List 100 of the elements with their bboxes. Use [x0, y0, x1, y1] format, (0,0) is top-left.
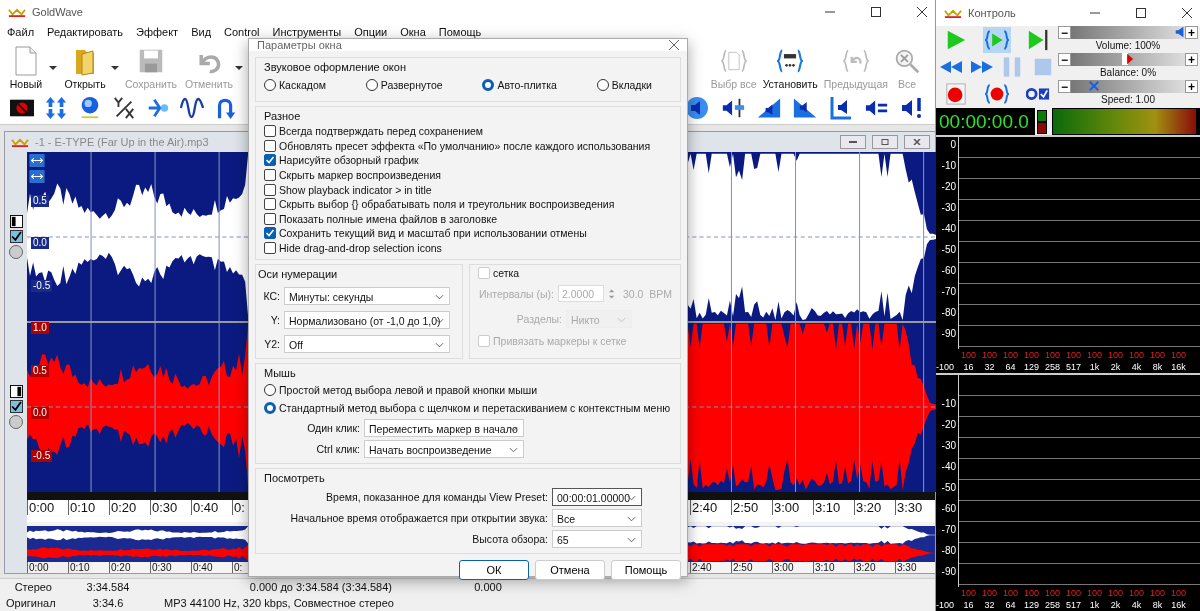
frequency-label: 129: [1023, 362, 1040, 372]
up-down-arrows-icon[interactable]: [44, 95, 68, 120]
checkbox[interactable]: [264, 183, 276, 196]
checkbox-label[interactable]: сетка: [493, 267, 520, 280]
speaker-bracket-icon[interactable]: [829, 95, 853, 120]
maximize-icon[interactable]: [871, 7, 881, 18]
chevron-icon: [509, 425, 518, 432]
slider-label: Speed: 1.00: [1101, 93, 1155, 106]
menu-item[interactable]: Эффект: [136, 26, 179, 39]
expand-icon[interactable]: [29, 154, 45, 167]
checkbox-label[interactable]: Нарисуйте обзорный график: [279, 154, 419, 167]
checkbox[interactable]: [264, 227, 276, 240]
increase-button[interactable]: +: [1185, 53, 1198, 66]
field-label: Ctrl клик:: [315, 442, 360, 455]
dropdown[interactable]: Начать воспроизведение: [364, 439, 524, 458]
chevron-icon: [435, 341, 444, 348]
radio-button[interactable]: [482, 79, 495, 91]
radio-label[interactable]: Развернутое: [380, 79, 443, 91]
radio-label[interactable]: Вкладки: [611, 79, 652, 91]
checkbox[interactable]: [264, 212, 276, 225]
minimize-button[interactable]: [840, 135, 866, 149]
dropdown[interactable]: 65: [552, 529, 642, 548]
time-tick-label: 0:10: [68, 500, 109, 515]
increase-button[interactable]: +: [1185, 26, 1198, 39]
channel-checkbox[interactable]: [9, 230, 23, 243]
toolbar-button[interactable]: Установить: [761, 45, 819, 90]
checkbox[interactable]: [264, 198, 276, 211]
yx-cross-icon[interactable]: [112, 95, 136, 120]
close-icon[interactable]: [917, 7, 927, 18]
dialog-button[interactable]: ОК: [459, 560, 529, 581]
maximize-icon[interactable]: [1136, 8, 1146, 18]
channel-checkbox[interactable]: [9, 400, 23, 413]
radio-label[interactable]: Простой метод выбора левой и правой кнопки мыши: [279, 384, 538, 397]
radio-label[interactable]: Авто-плитка: [497, 79, 557, 91]
toolbar-button[interactable]: Новый: [4, 45, 48, 90]
expand-icon[interactable]: [29, 170, 45, 183]
close-icon[interactable]: [669, 40, 679, 50]
checkbox-label[interactable]: Всегда подтверждать перед сохранением: [279, 125, 484, 138]
slider-label: Balance: 0%: [1099, 66, 1157, 79]
checkbox-label[interactable]: Скрыть маркер воспроизведения: [279, 169, 441, 182]
field-label: Y2:: [263, 337, 280, 350]
menu-item[interactable]: Файл: [7, 26, 35, 39]
menu-item[interactable]: Опции: [354, 26, 388, 39]
radio-button[interactable]: [365, 79, 378, 91]
dropdown[interactable]: Off: [284, 334, 450, 353]
db-label: -30: [940, 440, 957, 453]
sine-wave-icon[interactable]: [180, 95, 204, 120]
radio-button[interactable]: [264, 79, 276, 91]
checkbox-label[interactable]: Сохранить текущий вид и масштаб при использовании отмены: [279, 227, 587, 240]
channel-toggle-icon[interactable]: [9, 215, 23, 228]
channel-circle-icon[interactable]: [9, 245, 23, 259]
caret-icon[interactable]: [49, 65, 57, 70]
radio-label[interactable]: Стандартный метод выбора с щелчком и перетаскиванием с контекстным меню: [279, 402, 671, 415]
checkbox-label[interactable]: Hide drag-and-drop selection icons: [279, 242, 442, 255]
checkbox[interactable]: [264, 242, 276, 255]
decrease-button[interactable]: −: [1058, 26, 1071, 39]
dropdown[interactable]: Все: [552, 508, 642, 527]
radio-button[interactable]: [264, 402, 276, 415]
db-label: -80: [940, 307, 957, 320]
dropdown[interactable]: Переместить маркер в начало: [364, 418, 524, 437]
radio-button[interactable]: [264, 384, 276, 397]
menu-item[interactable]: Вид: [191, 26, 212, 39]
checkbox-label[interactable]: Скрыть выбор {} обрабатывать поля и треугольник воспроизведения: [279, 198, 615, 211]
toolbar-button[interactable]: Открыть: [60, 45, 110, 90]
frequency-label: 517: [1065, 600, 1082, 610]
dialog-button[interactable]: Помощь: [611, 560, 681, 581]
menu-item[interactable]: Помощь: [438, 26, 482, 39]
radio-button[interactable]: [596, 79, 609, 91]
decrease-button[interactable]: −: [1058, 53, 1071, 66]
channel-toggle-icon[interactable]: [9, 385, 23, 398]
dropdown[interactable]: Нормализовано (от -1,0 до 1,0): [284, 310, 450, 329]
checkbox-label[interactable]: Обновлять пресет эффекта «По умолчанию» после каждого использования: [279, 139, 651, 152]
menu-item[interactable]: Редактировать: [47, 26, 124, 39]
status-field: 0.000 до 3:34.584 (3:34.584): [158, 581, 398, 593]
increase-button[interactable]: +: [1185, 80, 1198, 93]
channel-circle-icon[interactable]: [9, 415, 23, 429]
checkbox[interactable]: [264, 154, 276, 167]
dialog-button[interactable]: Отмена: [535, 560, 605, 581]
menu-item[interactable]: Инструменты: [272, 26, 342, 39]
decrease-button[interactable]: −: [1058, 80, 1071, 93]
checkbox-label[interactable]: Show playback indicator > in title: [279, 183, 432, 196]
checkbox[interactable]: [264, 139, 276, 152]
checkbox[interactable]: [264, 125, 276, 138]
dialog-title: Параметры окна: [257, 39, 342, 51]
dropdown[interactable]: Минуты: секунды: [284, 286, 450, 305]
radio-label[interactable]: Каскадом: [279, 79, 327, 91]
peak-value: 100: [1170, 350, 1187, 360]
db-label: -90: [940, 328, 957, 341]
close-button[interactable]: [904, 135, 930, 149]
frequency-label: 8k: [1151, 362, 1164, 372]
dropdown[interactable]: 00:00:01.00000: [552, 487, 642, 506]
time-tick-label: 0:00: [27, 500, 68, 515]
checkbox-label[interactable]: Показать полные имена файлов в заголовке: [279, 212, 498, 225]
menu-item[interactable]: Control: [224, 26, 260, 39]
menu-item[interactable]: Окна: [400, 26, 426, 39]
caret-icon[interactable]: [111, 65, 119, 70]
slider-thumb[interactable]: [1120, 53, 1136, 66]
restore-button[interactable]: [872, 135, 898, 149]
checkbox[interactable]: [264, 169, 276, 182]
close-icon[interactable]: [1182, 8, 1192, 18]
